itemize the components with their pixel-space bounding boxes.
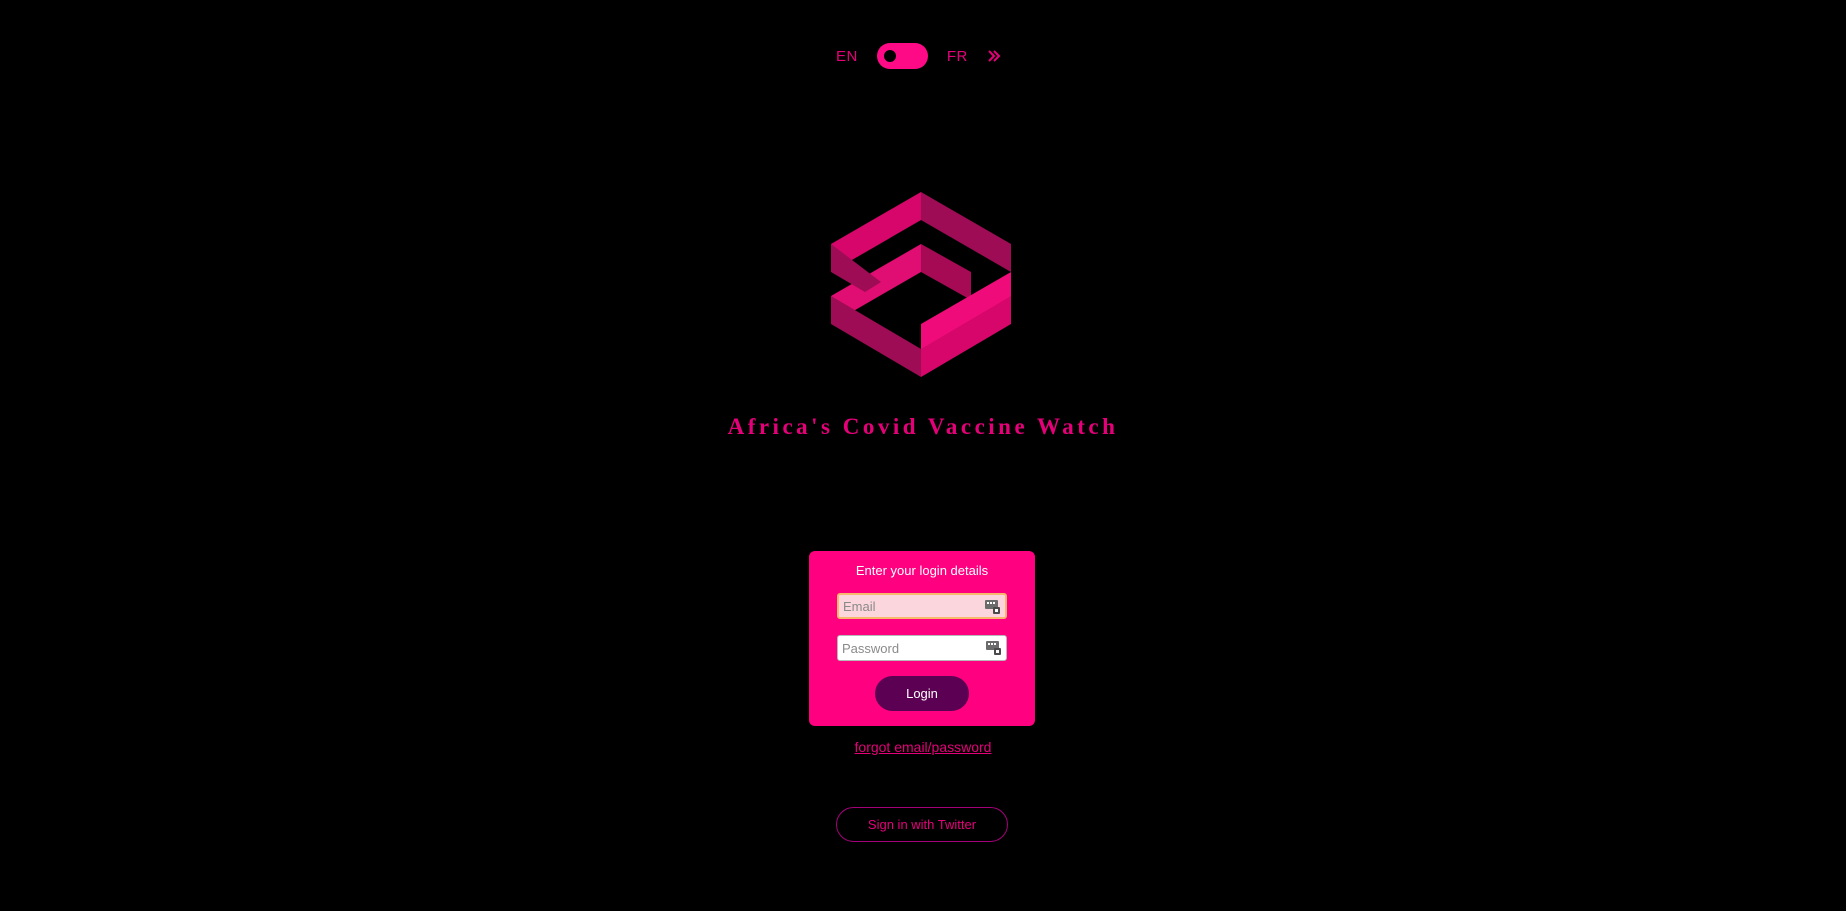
login-button[interactable]: Login [875,676,969,711]
email-field-wrapper [837,593,1007,619]
toggle-knob [883,50,896,62]
language-toggle[interactable] [876,43,928,69]
double-chevron-right-icon[interactable] [987,48,1003,64]
password-field[interactable] [838,640,982,656]
login-page: EN FR Africa's Covid Vaccine Watch Enter… [0,0,1846,911]
brand-title: Africa's Covid Vaccine Watch [727,414,1119,439]
forgot-link-container: forgot email/password [0,739,1846,755]
autofill-key-icon[interactable] [986,640,1002,655]
email-field[interactable] [839,598,983,614]
password-field-wrapper [837,635,1007,661]
twitter-sign-in-button[interactable]: Sign in with Twitter [836,807,1008,842]
forgot-password-link[interactable]: forgot email/password [855,739,992,755]
autofill-key-icon[interactable] [985,599,1001,614]
lang-en-label[interactable]: EN [836,48,858,65]
lang-fr-label[interactable]: FR [947,48,968,65]
brand-logo-icon [831,192,1011,377]
login-card-heading: Enter your login details [855,563,989,578]
login-card: Enter your login details Email Login [809,551,1035,726]
language-switch: EN FR [836,43,1003,69]
